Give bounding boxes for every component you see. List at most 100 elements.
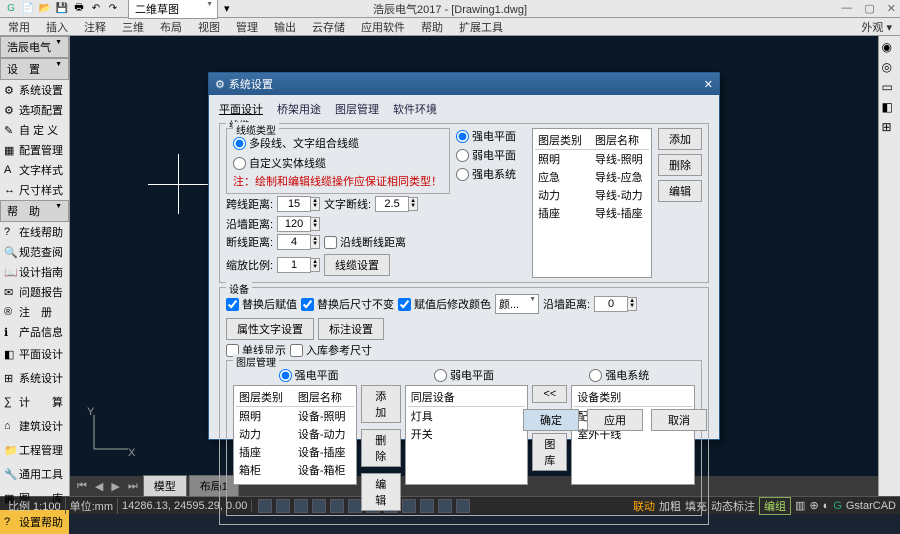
tab-last-icon[interactable]: ⏭ bbox=[125, 480, 141, 493]
menu-item[interactable]: 常用 bbox=[8, 19, 30, 35]
radio-weak-plan[interactable]: 弱电平面 bbox=[456, 147, 526, 163]
check-lib-size[interactable]: 入库参考尺寸 bbox=[290, 342, 372, 358]
move-left-button[interactable]: << bbox=[532, 385, 567, 403]
tool-icon[interactable]: ⊞ bbox=[882, 120, 898, 136]
check-assign-color[interactable]: 赋值后修改颜色 bbox=[398, 296, 491, 312]
sidebar-item[interactable]: ?在线帮助 bbox=[0, 222, 69, 242]
menu-item[interactable]: 扩展工具 bbox=[459, 19, 503, 35]
menu-item[interactable]: 插入 bbox=[46, 19, 68, 35]
library-button[interactable]: 图库 bbox=[532, 433, 567, 471]
radio-lm-sys[interactable]: 强电系统 bbox=[589, 367, 649, 383]
menu-item[interactable]: 三维 bbox=[122, 19, 144, 35]
attr-text-button[interactable]: 属性文字设置 bbox=[226, 318, 314, 340]
sidebar-item[interactable]: ®注 册 bbox=[0, 302, 69, 322]
sidebar-item[interactable]: 📖设计指南 bbox=[0, 262, 69, 282]
menu-item[interactable]: 帮助 bbox=[421, 19, 443, 35]
sidebar-bottom-item[interactable]: 📁工程管理 bbox=[0, 438, 69, 462]
print-icon[interactable]: 🖶 bbox=[72, 2, 86, 16]
status-unit[interactable]: 单位:mm bbox=[66, 498, 118, 514]
along-input[interactable] bbox=[277, 216, 311, 232]
sidebar-item[interactable]: ✉问题报告 bbox=[0, 282, 69, 302]
sidebar-bottom-item[interactable]: ∑计 算 bbox=[0, 390, 69, 414]
status-group[interactable]: 编组 bbox=[759, 497, 791, 515]
scale-input[interactable] bbox=[277, 257, 311, 273]
sidebar-item[interactable]: ▦配置管理 bbox=[0, 140, 69, 160]
sidebar-bottom-item[interactable]: ◧平面设计 bbox=[0, 342, 69, 366]
menu-item[interactable]: 云存储 bbox=[312, 19, 345, 35]
layer-add-button[interactable]: 添加 bbox=[361, 385, 401, 423]
tool-icon[interactable]: ◉ bbox=[882, 40, 898, 56]
sidebar-bottom-item[interactable]: ⊞系统设计 bbox=[0, 366, 69, 390]
dialog-titlebar[interactable]: ⚙ 系统设置 ✕ bbox=[209, 73, 719, 95]
apply-button[interactable]: 应用 bbox=[587, 409, 643, 431]
sidebar-bottom-item[interactable]: 🔧通用工具 bbox=[0, 462, 69, 486]
menu-item[interactable]: 注释 bbox=[84, 19, 106, 35]
tab-first-icon[interactable]: ⏮ bbox=[74, 480, 90, 493]
tab-prev-icon[interactable]: ◀ bbox=[92, 480, 106, 493]
radio-custom[interactable]: 自定义实体线缆 bbox=[233, 155, 326, 171]
menu-item[interactable]: 视图 bbox=[198, 19, 220, 35]
check-replace-assign[interactable]: 替换后赋值 bbox=[226, 296, 297, 312]
sidebar-bottom-item[interactable]: ?设置帮助 bbox=[0, 510, 69, 534]
tab-next-icon[interactable]: ▶ bbox=[108, 480, 122, 493]
sidebar-item[interactable]: ⚙系统设置 bbox=[0, 80, 69, 100]
same-layer-list[interactable]: 同层设备 灯具 开关 bbox=[405, 385, 529, 485]
sidebar-item[interactable]: ↔尺寸样式 bbox=[0, 180, 69, 200]
spinner-icon[interactable]: ▲▼ bbox=[311, 197, 320, 211]
device-category-list[interactable]: 设备类别 配线布线 室外干线 bbox=[571, 385, 695, 485]
sidebar-item[interactable]: A文字样式 bbox=[0, 160, 69, 180]
menu-item[interactable]: 管理 bbox=[236, 19, 258, 35]
tool-icon[interactable]: ▭ bbox=[882, 80, 898, 96]
cancel-button[interactable]: 取消 bbox=[651, 409, 707, 431]
sidebar-bottom-item[interactable]: ⌂建筑设计 bbox=[0, 414, 69, 438]
radio-lm-strong[interactable]: 强电平面 bbox=[279, 367, 339, 383]
status-tool-icon[interactable]: ▥ bbox=[795, 499, 805, 512]
dialog-tab[interactable]: 图层管理 bbox=[335, 101, 379, 117]
dialog-close-icon[interactable]: ✕ bbox=[704, 78, 713, 91]
menu-item[interactable]: 布局 bbox=[160, 19, 182, 35]
wire-edit-button[interactable]: 编辑 bbox=[658, 180, 702, 202]
status-tool-icon[interactable]: ⊕ bbox=[809, 499, 818, 512]
wire-settings-button[interactable]: 线缆设置 bbox=[324, 254, 390, 276]
tool-icon[interactable]: ◧ bbox=[882, 100, 898, 116]
close-icon[interactable]: ✕ bbox=[887, 2, 896, 15]
status-scale[interactable]: 比例 1:100 bbox=[4, 498, 66, 514]
layer-edit-button[interactable]: 编辑 bbox=[361, 473, 401, 511]
layer-del-button[interactable]: 删除 bbox=[361, 429, 401, 467]
open-icon[interactable]: 📂 bbox=[38, 2, 52, 16]
menu-appearance[interactable]: 外观 ▾ bbox=[861, 19, 892, 35]
radio-polyline[interactable]: 多段线、文字组合线缆 bbox=[233, 135, 359, 151]
layer-table[interactable]: 图层类别图层名称 照明设备-照明 动力设备-动力 插座设备-插座 箱柜设备-箱柜 bbox=[233, 385, 357, 485]
redo-icon[interactable]: ↷ bbox=[106, 2, 120, 16]
ok-button[interactable]: 确定 bbox=[523, 409, 579, 431]
check-alongbreak[interactable]: 沿线断线距离 bbox=[324, 234, 406, 250]
menu-item[interactable]: 输出 bbox=[274, 19, 296, 35]
menu-item[interactable]: 应用软件 bbox=[361, 19, 405, 35]
check-replace-size[interactable]: 替换后尺寸不变 bbox=[301, 296, 394, 312]
color-select[interactable]: 颜... bbox=[495, 294, 539, 314]
mark-settings-button[interactable]: 标注设置 bbox=[318, 318, 384, 340]
expand-icon[interactable]: ▾ bbox=[224, 2, 230, 15]
offset-input[interactable] bbox=[375, 196, 409, 212]
tool-icon[interactable]: ◎ bbox=[882, 60, 898, 76]
span-input[interactable] bbox=[277, 196, 311, 212]
new-icon[interactable]: 📄 bbox=[21, 2, 35, 16]
dialog-tab[interactable]: 软件环境 bbox=[393, 101, 437, 117]
sidebar-group-help[interactable]: 帮 助 bbox=[0, 200, 69, 222]
status-tool-icon[interactable]: ◐ bbox=[823, 500, 830, 512]
workspace-dropdown[interactable]: 二维草图 bbox=[128, 0, 218, 19]
wire-del-button[interactable]: 删除 bbox=[658, 154, 702, 176]
break-input[interactable] bbox=[277, 234, 311, 250]
sidebar-item[interactable]: ℹ产品信息 bbox=[0, 322, 69, 342]
wire-layer-table[interactable]: 图层类别图层名称 照明导线-照明 应急导线-应急 动力导线-动力 插座导线-插座 bbox=[532, 128, 652, 278]
sidebar-item[interactable]: ⚙选项配置 bbox=[0, 100, 69, 120]
minimize-icon[interactable]: — bbox=[841, 2, 852, 15]
sidebar-item[interactable]: 🔍规范查阅 bbox=[0, 242, 69, 262]
sidebar-group-settings[interactable]: 设 置 bbox=[0, 58, 69, 80]
dialog-tab[interactable]: 平面设计 bbox=[219, 101, 263, 117]
sidebar-header[interactable]: 浩辰电气 bbox=[0, 36, 69, 58]
wire-add-button[interactable]: 添加 bbox=[658, 128, 702, 150]
save-icon[interactable]: 💾 bbox=[55, 2, 69, 16]
radio-strong-plan[interactable]: 强电平面 bbox=[456, 128, 526, 144]
margin-input[interactable] bbox=[594, 296, 628, 312]
